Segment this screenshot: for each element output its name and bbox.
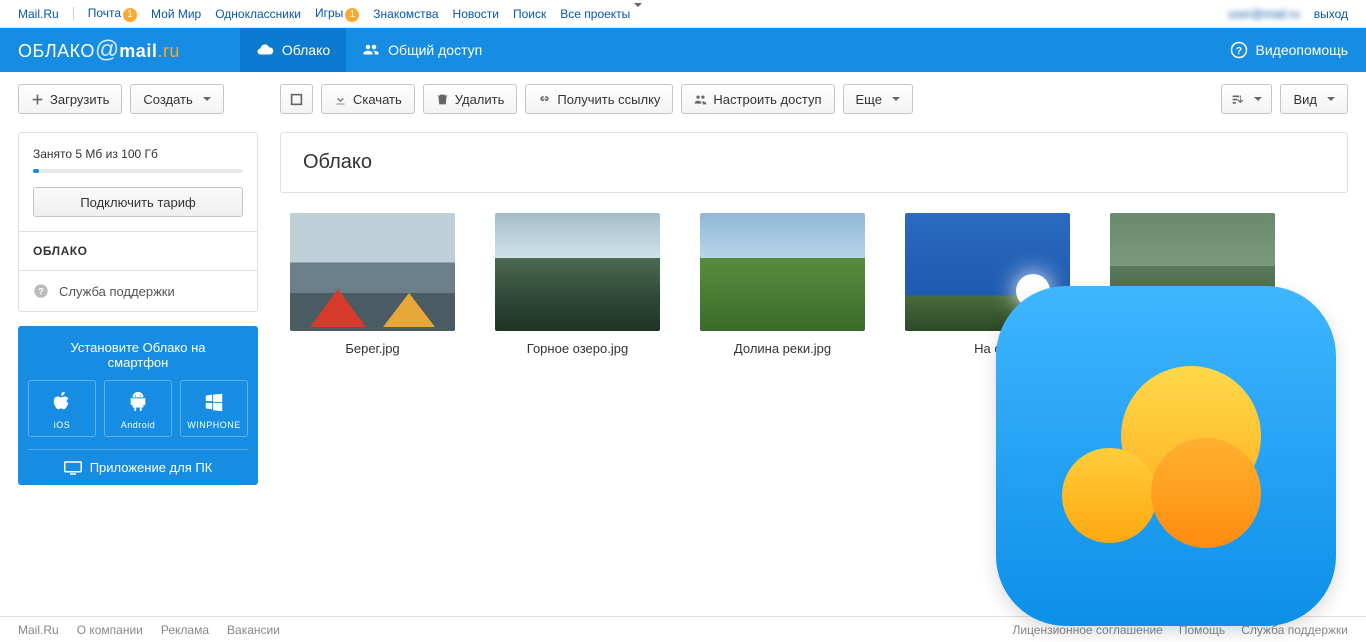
- trash-icon: [436, 93, 449, 106]
- footer-jobs[interactable]: Вакансии: [227, 623, 280, 637]
- cloud-app-icon: [996, 286, 1336, 626]
- plus-icon: [31, 93, 44, 106]
- support-link[interactable]: ? Служба поддержки: [19, 271, 257, 311]
- cloud-icon: [256, 41, 274, 59]
- topnav: Mail.Ru Почта1 Мой Мир Одноклассники Игр…: [0, 0, 1366, 28]
- platform-android[interactable]: Android: [104, 380, 172, 437]
- download-button[interactable]: Скачать: [321, 84, 415, 114]
- storage-progress: [33, 169, 243, 173]
- topnav-moimir[interactable]: Мой Мир: [151, 7, 201, 21]
- file-item[interactable]: Берег.jpg: [290, 213, 455, 356]
- upload-button[interactable]: Загрузить: [18, 84, 122, 114]
- topnav-games[interactable]: Игры1: [315, 6, 359, 22]
- footer-about[interactable]: О компании: [77, 623, 143, 637]
- topnav-allprojects[interactable]: Все проекты: [560, 7, 642, 21]
- platform-ios[interactable]: iOS: [28, 380, 96, 437]
- download-icon: [334, 93, 347, 106]
- logo[interactable]: ОБЛАКО@mail.ru: [18, 36, 180, 64]
- delete-button[interactable]: Удалить: [423, 84, 518, 114]
- platform-winphone[interactable]: WINPHONE: [180, 380, 248, 437]
- user-email[interactable]: user@mail.ru: [1228, 7, 1300, 21]
- chevron-down-icon: [1327, 97, 1335, 101]
- folder-title: Облако: [303, 151, 1325, 174]
- square-icon: [290, 93, 303, 106]
- share-access-button[interactable]: Настроить доступ: [681, 84, 834, 114]
- sidebar-cloud-label[interactable]: ОБЛАКО: [19, 231, 257, 271]
- chevron-down-icon: [1254, 97, 1262, 101]
- tab-cloud[interactable]: Облако: [240, 28, 346, 72]
- tariff-button[interactable]: Подключить тариф: [33, 187, 243, 217]
- view-button[interactable]: Вид: [1280, 84, 1348, 114]
- thumbnail: [495, 213, 660, 331]
- promo-title: Установите Облако на смартфон: [28, 340, 248, 370]
- chevron-down-icon: [892, 97, 900, 101]
- chevron-down-icon: [634, 3, 642, 21]
- monitor-icon: [64, 461, 82, 475]
- sort-icon: [1231, 93, 1244, 106]
- breadcrumb: Облако: [280, 132, 1348, 193]
- topnav-ok[interactable]: Одноклассники: [215, 7, 301, 21]
- apple-icon: [51, 391, 73, 413]
- help-icon: ?: [1230, 41, 1248, 59]
- topnav-mail[interactable]: Почта1: [88, 6, 137, 22]
- sidebar-panel: Занято 5 Мб из 100 Гб Подключить тариф О…: [18, 132, 258, 312]
- more-button[interactable]: Еще: [843, 84, 913, 114]
- tab-shared[interactable]: Общий доступ: [346, 28, 498, 72]
- select-all-checkbox[interactable]: [280, 84, 313, 114]
- mobile-promo: Установите Облако на смартфон iOS Androi…: [18, 326, 258, 485]
- topnav-news[interactable]: Новости: [453, 7, 499, 21]
- footer-ads[interactable]: Реклама: [161, 623, 209, 637]
- topnav-search[interactable]: Поиск: [513, 7, 546, 21]
- sort-button[interactable]: [1221, 84, 1272, 114]
- badge-icon: 1: [345, 8, 359, 22]
- create-button[interactable]: Создать: [130, 84, 223, 114]
- main-header: ОБЛАКО@mail.ru Облако Общий доступ ? Вид…: [0, 28, 1366, 72]
- topnav-dating[interactable]: Знакомства: [373, 7, 438, 21]
- thumbnail: [290, 213, 455, 331]
- svg-text:?: ?: [1235, 45, 1241, 57]
- link-icon: [538, 93, 551, 106]
- windows-icon: [203, 391, 225, 413]
- pc-app-link[interactable]: Приложение для ПК: [28, 449, 248, 475]
- android-icon: [127, 391, 149, 413]
- file-item[interactable]: Долина реки.jpg: [700, 213, 865, 356]
- get-link-button[interactable]: Получить ссылку: [525, 84, 673, 114]
- file-item[interactable]: Горное озеро.jpg: [495, 213, 660, 356]
- file-toolbar: Скачать Удалить Получить ссылку Настроит…: [280, 84, 1348, 114]
- svg-text:?: ?: [38, 286, 44, 296]
- badge-icon: 1: [123, 8, 137, 22]
- people-icon: [362, 41, 380, 59]
- storage-text: Занято 5 Мб из 100 Гб: [33, 147, 243, 161]
- logout-link[interactable]: выход: [1314, 7, 1348, 21]
- thumbnail: [700, 213, 865, 331]
- topnav-mailru[interactable]: Mail.Ru: [18, 7, 59, 21]
- footer-mailru[interactable]: Mail.Ru: [18, 623, 59, 637]
- chevron-down-icon: [203, 97, 211, 101]
- videohelp-link[interactable]: Видеопомощь: [1256, 42, 1349, 58]
- people-icon: [694, 93, 707, 106]
- question-icon: ?: [33, 283, 49, 299]
